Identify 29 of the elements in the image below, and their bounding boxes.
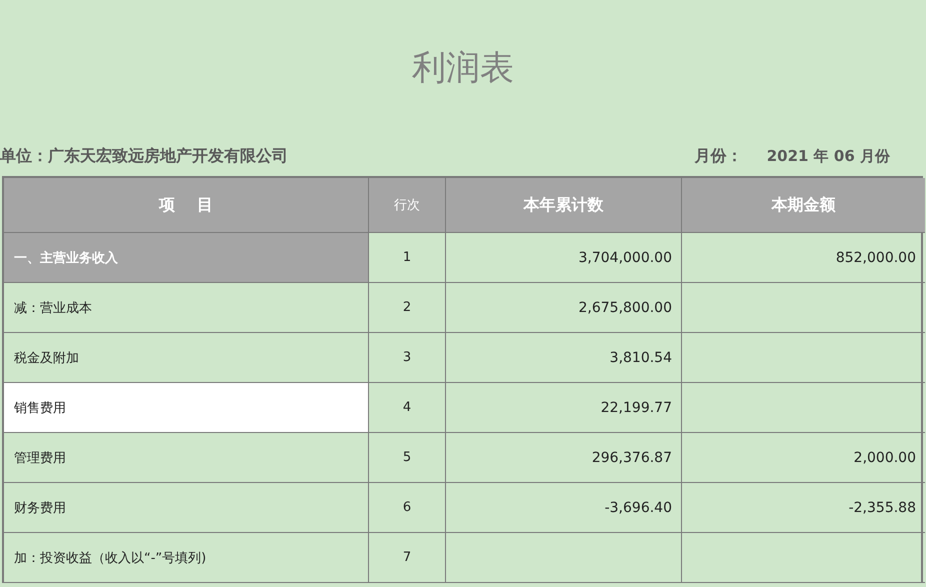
column-header: 项 目 [4,178,369,233]
table-cell[interactable]: 加：投资收益（收入以“-”号填列) [4,533,369,583]
table-cell: 4 [369,383,446,433]
period-label: 月份： [694,146,743,166]
period-value: 2021 年 06 月份 [766,146,890,166]
column-header: 本期金额 [682,178,925,233]
table-cell[interactable]: 销售费用 [4,383,369,433]
table-cell: 6 [369,483,446,533]
table-cell: 2,000.00 [682,433,925,483]
table-cell: 3,810.54 [446,333,682,383]
table-cell: 3 [369,333,446,383]
table-cell: 2 [369,283,446,333]
table-cell: 2,675,800.00 [446,283,682,333]
column-header: 本年累计数 [446,178,682,233]
table-cell: -3,696.40 [446,483,682,533]
table-cell: 1 [369,233,446,283]
table-cell: -2,355.88 [682,483,925,533]
table-cell[interactable]: 减：营业成本 [4,283,369,333]
report-title: 利润表 [411,47,515,90]
table-cell: 296,376.87 [446,433,682,483]
table-cell[interactable]: 财务费用 [4,483,369,533]
table-cell: 5 [369,433,446,483]
table-cell: 3,704,000.00 [446,233,682,283]
table-cell[interactable]: 管理费用 [4,433,369,483]
table-cell: 852,000.00 [682,233,925,283]
column-header: 行次 [369,178,446,233]
company-label: 单位：广东天宏致远房地产开发有限公司 [0,146,288,166]
table-cell: 22,199.77 [446,383,682,433]
table-cell: 7 [369,533,446,583]
